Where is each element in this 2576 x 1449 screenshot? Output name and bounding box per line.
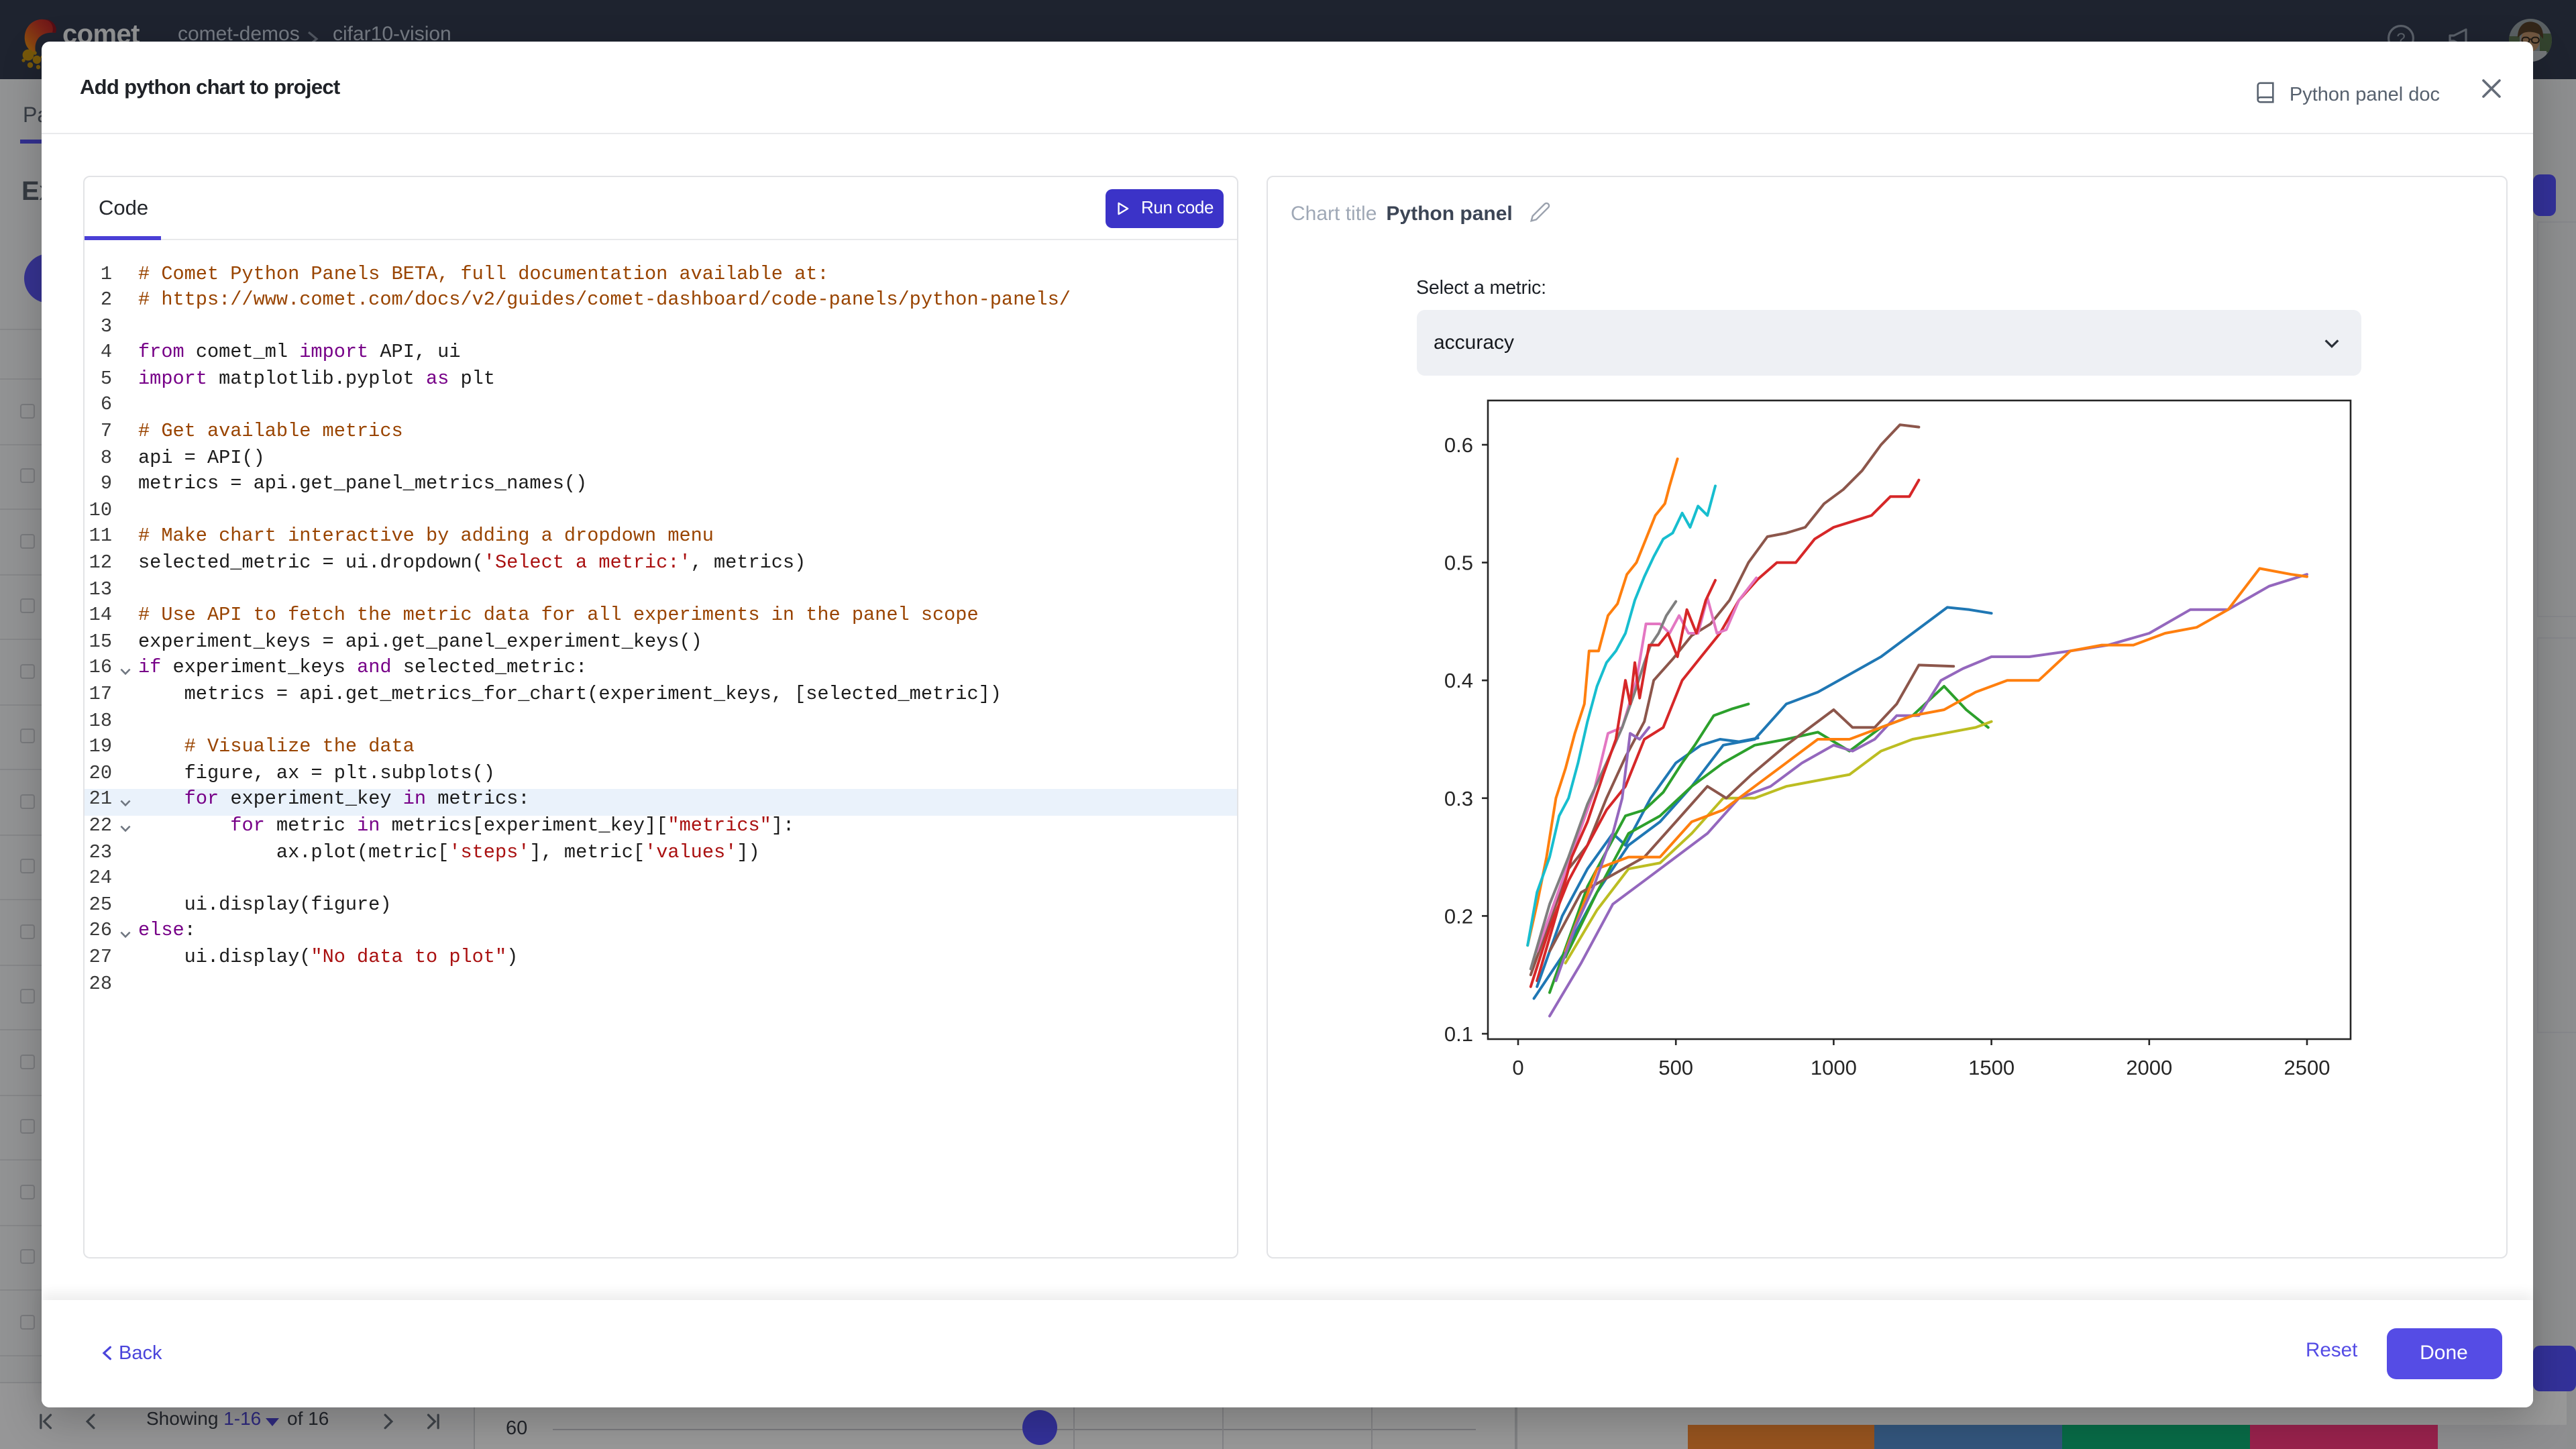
svg-text:1000: 1000 (1811, 1055, 1857, 1079)
svg-text:0.2: 0.2 (1444, 904, 1473, 927)
svg-text:2500: 2500 (2284, 1055, 2330, 1079)
svg-text:2000: 2000 (2126, 1055, 2172, 1079)
svg-text:0.5: 0.5 (1444, 551, 1473, 574)
svg-text:0.6: 0.6 (1444, 433, 1473, 456)
svg-text:0: 0 (1512, 1055, 1523, 1079)
svg-text:1500: 1500 (1968, 1055, 2015, 1079)
svg-text:0.1: 0.1 (1444, 1022, 1473, 1045)
svg-text:0.4: 0.4 (1444, 668, 1473, 692)
svg-text:0.3: 0.3 (1444, 786, 1473, 810)
svg-text:500: 500 (1658, 1055, 1693, 1079)
